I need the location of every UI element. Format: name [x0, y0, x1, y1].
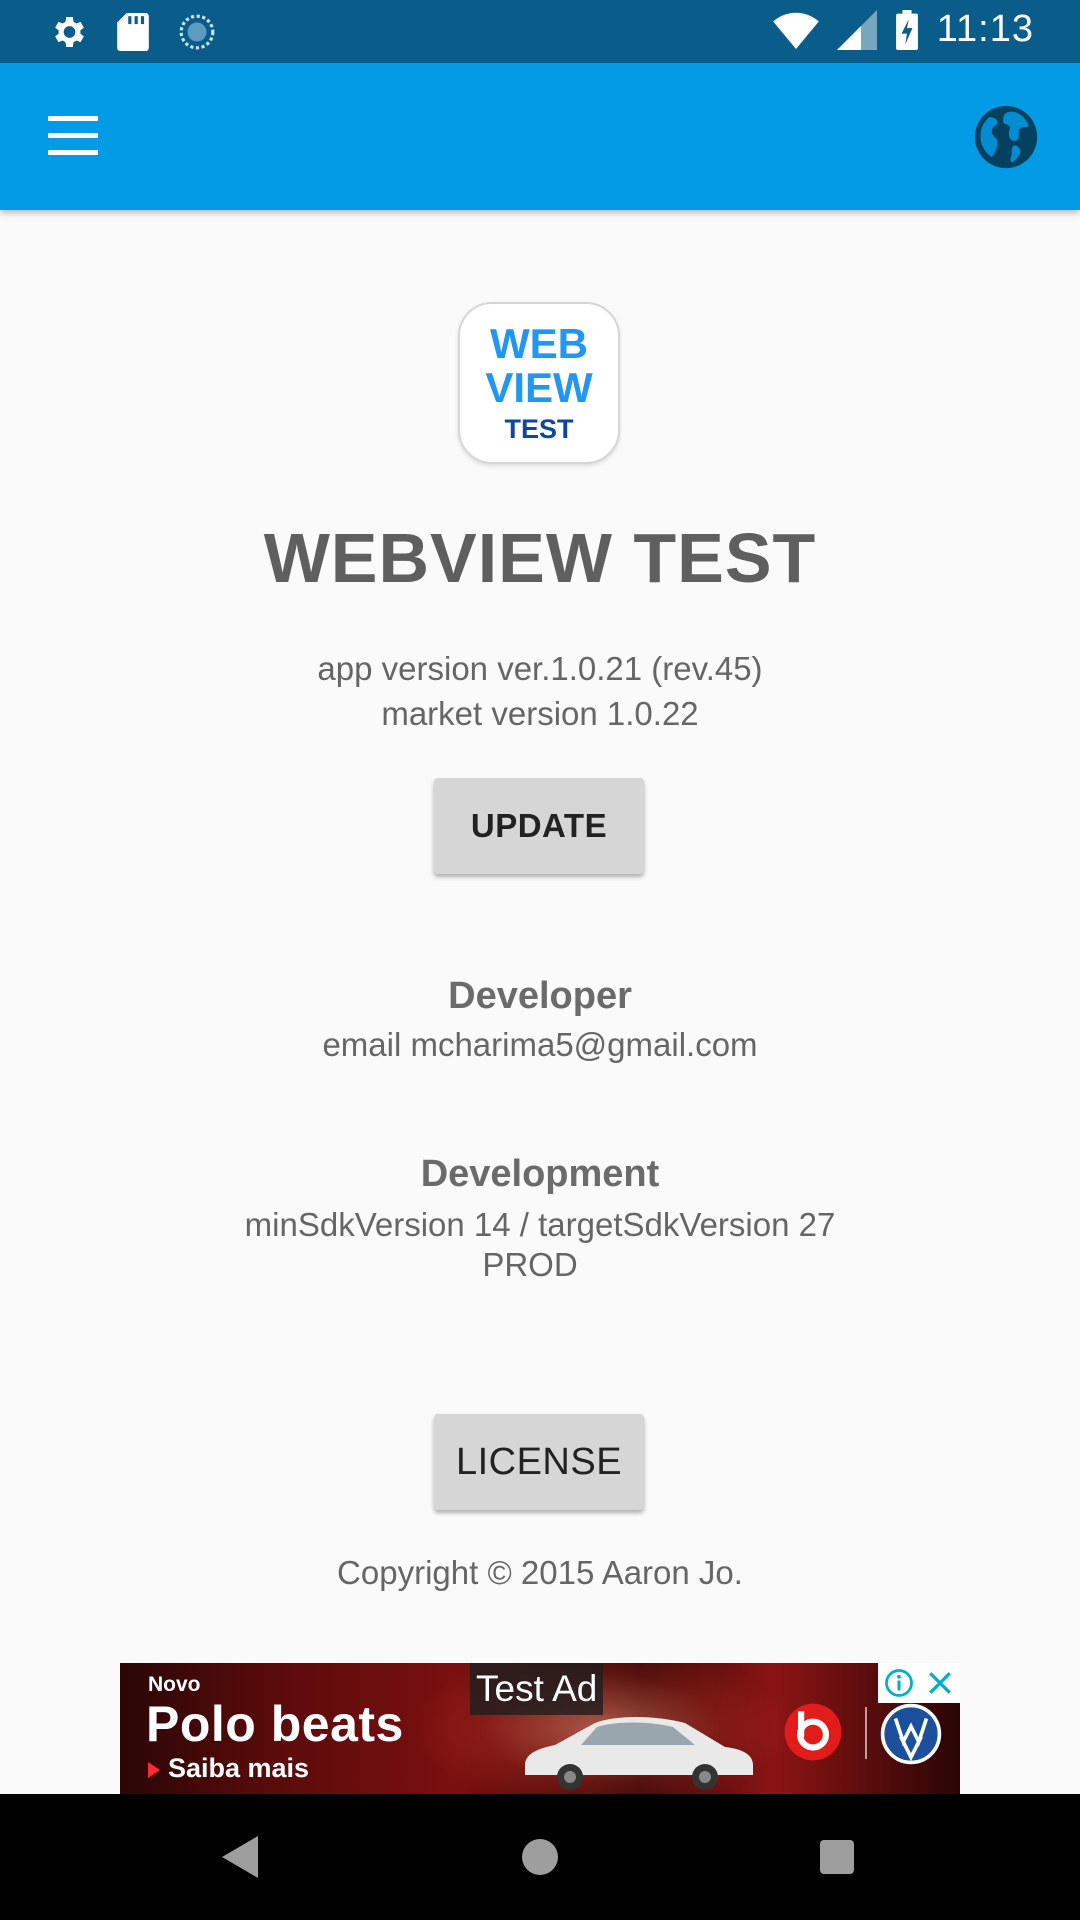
- globe-button[interactable]: [972, 103, 1040, 171]
- ad-banner[interactable]: Novo Polo beats Saiba mais Test Ad: [120, 1663, 960, 1794]
- sd-card-icon: [117, 13, 149, 51]
- ad-controls: [878, 1663, 960, 1703]
- play-arrow-icon: [148, 1761, 160, 1778]
- info-icon: [884, 1669, 913, 1697]
- sdk-version-info: minSdkVersion 14 / targetSdkVersion 27: [244, 1206, 836, 1243]
- globe-icon: [974, 105, 1038, 169]
- navigation-bar: [0, 1794, 1080, 1920]
- cell-signal-icon: [836, 9, 877, 50]
- vw-logo-icon: [880, 1703, 942, 1765]
- ad-info-button[interactable]: [878, 1663, 919, 1703]
- app-title: WEBVIEW TEST: [263, 519, 817, 597]
- app-version: app version ver.1.0.21 (rev.45): [317, 650, 763, 687]
- recents-icon[interactable]: [820, 1840, 854, 1874]
- update-button[interactable]: UPDATE: [434, 778, 644, 874]
- ad-headline: Polo beats: [146, 1696, 404, 1752]
- ad-kicker: Novo: [148, 1673, 201, 1696]
- ad-close-button[interactable]: [919, 1663, 960, 1703]
- developer-email: email mcharima5@gmail.com: [322, 1026, 758, 1063]
- development-heading: Development: [420, 1153, 660, 1195]
- app-logo: WEB VIEW TEST: [458, 302, 620, 464]
- battery-charging-icon: [895, 9, 918, 50]
- logo-line-test: TEST: [504, 414, 574, 444]
- developer-heading: Developer: [448, 975, 632, 1017]
- copyright-text: Copyright © 2015 Aaron Jo.: [337, 1554, 743, 1591]
- license-button[interactable]: LICENSE: [434, 1414, 644, 1510]
- beats-logo-icon: [784, 1703, 842, 1761]
- back-icon[interactable]: [222, 1836, 258, 1878]
- settings-gear-icon: [55, 17, 84, 47]
- logo-line-web: WEB: [490, 320, 588, 367]
- loading-spinner-icon: [179, 14, 215, 50]
- status-bar: 11:13: [0, 0, 1080, 63]
- status-clock: 11:13: [936, 8, 1034, 50]
- menu-button[interactable]: [46, 111, 100, 161]
- test-ad-badge: Test Ad: [470, 1663, 604, 1715]
- app-bar: [0, 63, 1080, 210]
- about-content: WEB VIEW TEST WEBVIEW TEST app version v…: [0, 210, 1080, 1794]
- build-environment: PROD: [482, 1246, 578, 1283]
- market-version: market version 1.0.22: [381, 695, 699, 732]
- car-image: [525, 1717, 753, 1790]
- close-icon: [928, 1672, 951, 1694]
- menu-icon: [48, 116, 98, 121]
- home-icon[interactable]: [522, 1839, 558, 1875]
- wifi-icon: [772, 12, 819, 49]
- logo-line-view: VIEW: [485, 364, 593, 411]
- ad-cta[interactable]: Saiba mais: [148, 1753, 309, 1784]
